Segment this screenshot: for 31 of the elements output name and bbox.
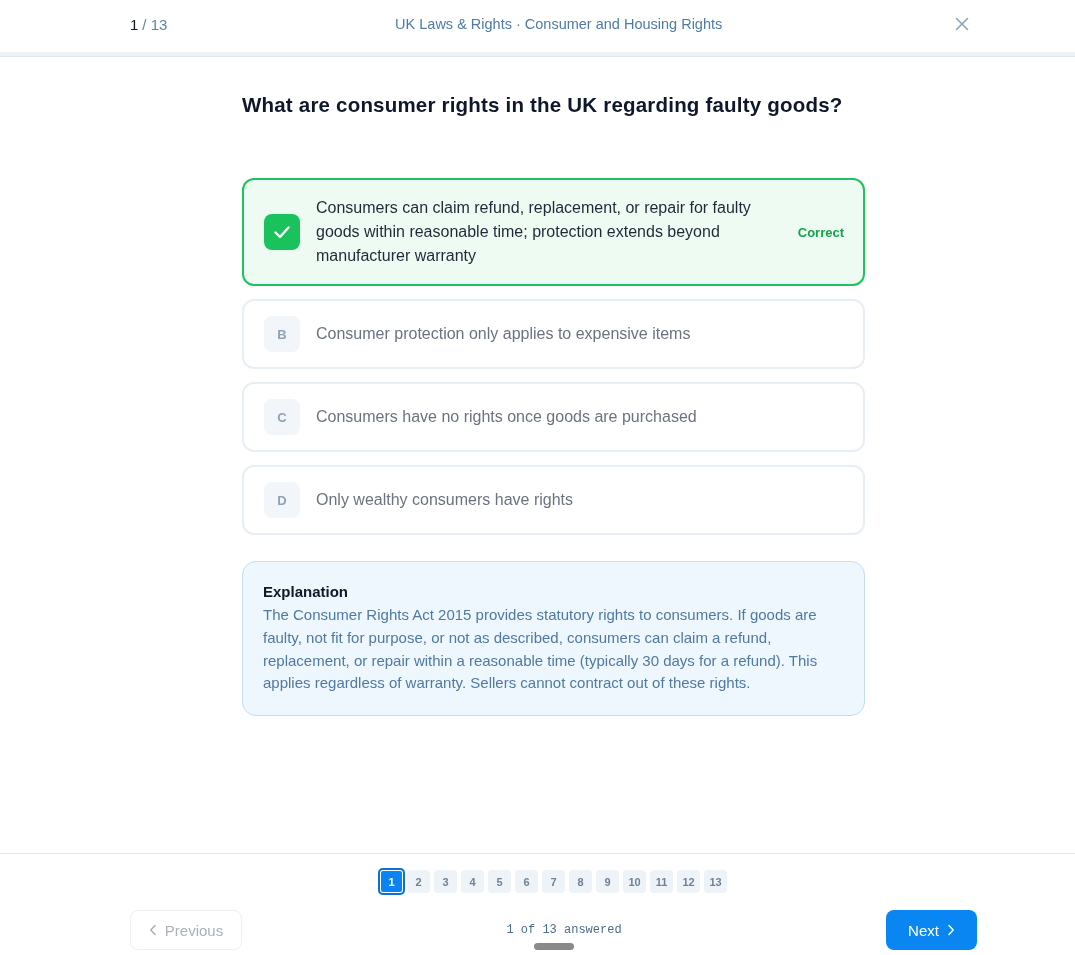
page-button[interactable]: 8 [569, 870, 592, 893]
answered-count: 1 of 13 answered [506, 923, 622, 937]
check-icon [264, 214, 300, 250]
option-letter: B [264, 316, 300, 352]
answer-option[interactable]: Consumers can claim refund, replacement, or repair for faulty goods within reasonable time; protection extends beyond manufacturer warranty Correct [242, 178, 865, 286]
explanation-title: Explanation [263, 582, 349, 602]
page-button[interactable]: 6 [515, 870, 538, 893]
page-button[interactable]: 7 [542, 870, 565, 893]
page-button[interactable]: 3 [434, 870, 457, 893]
page-button[interactable]: 5 [488, 870, 511, 893]
correct-label: Correct [797, 224, 844, 240]
explanation-text: The Consumer Rights Act 2015 provides statutory rights to consumers. If goods are faulty, not fit for purpose, or not as described, consumers can claim a refund, replacement, or repair within a reasonable time (typically 30 days for a refund). This applies regardless of warranty. Sellers cannot contract out of these rights. [263, 605, 819, 694]
current-question-number: 1 [130, 15, 139, 33]
page-button[interactable]: 4 [461, 870, 484, 893]
page-button[interactable]: 11 [650, 870, 673, 893]
page-button[interactable]: 2 [407, 870, 430, 893]
option-letter: D [264, 482, 300, 518]
question-text: What are consumer rights in the UK regarding faulty goods? [242, 93, 844, 117]
next-button[interactable]: Next [886, 910, 977, 950]
chevron-left-icon [148, 924, 157, 936]
chevron-right-icon [946, 924, 955, 936]
page-button[interactable]: 1 [378, 868, 405, 895]
question-total: / 13 [142, 15, 168, 33]
page-button[interactable]: 10 [623, 870, 646, 893]
quiz-title: UK Laws & Rights · Consumer and Housing Rights [395, 16, 723, 32]
page-button[interactable]: 12 [677, 870, 700, 893]
page-button[interactable]: 9 [596, 870, 619, 893]
page-button[interactable]: 13 [704, 870, 727, 893]
option-letter: C [264, 399, 300, 435]
close-icon [955, 17, 969, 31]
scrollbar-thumb[interactable] [534, 943, 574, 950]
